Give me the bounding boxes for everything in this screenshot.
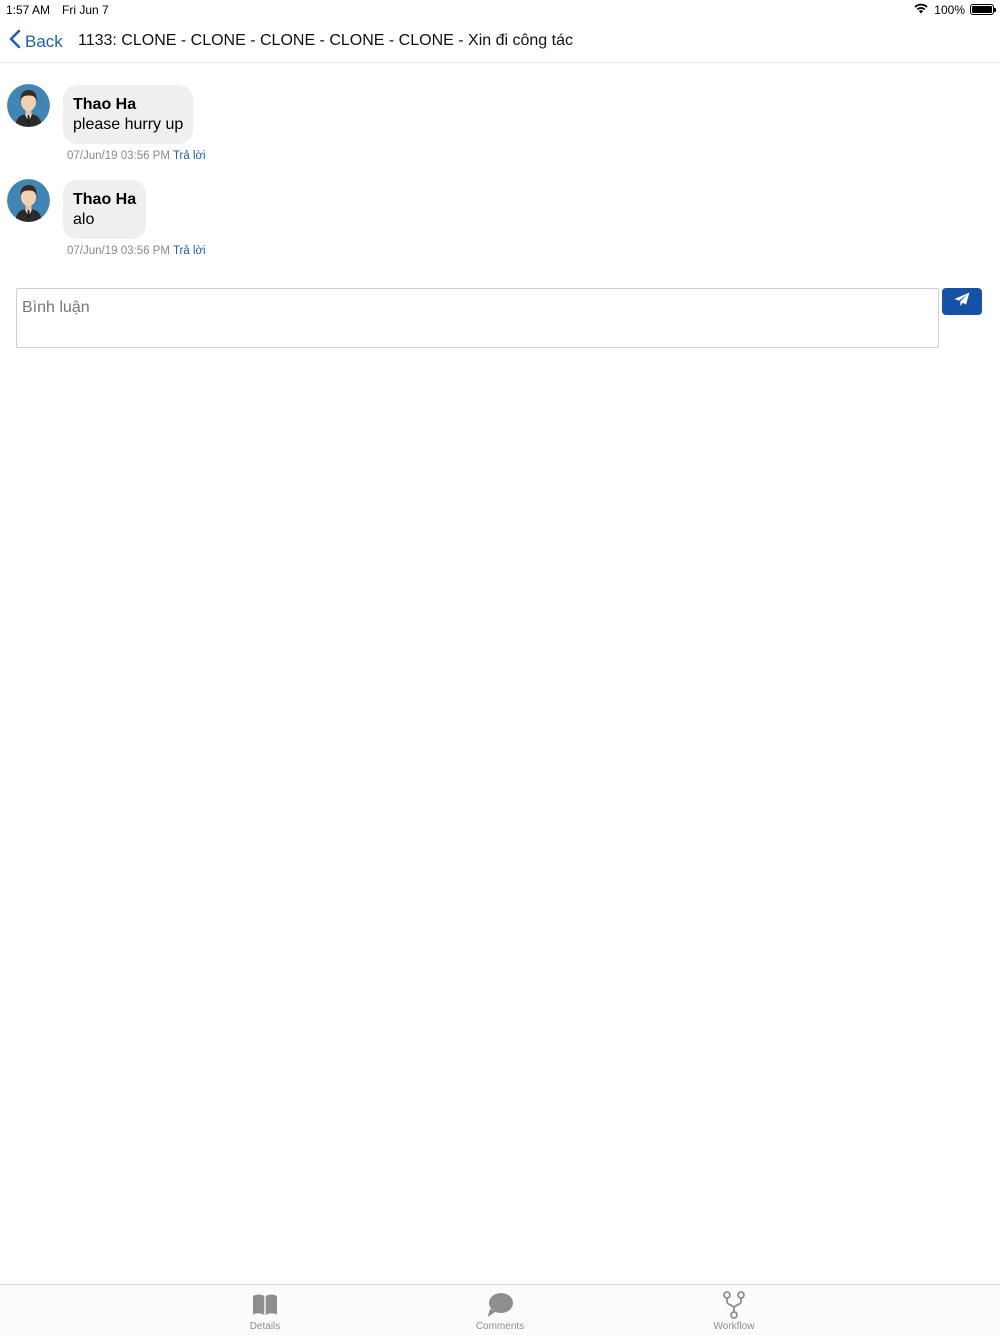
comment-item: Thao Ha please hurry up 07/Jun/19 03:56 … bbox=[0, 84, 1000, 179]
comment-author: Thao Ha bbox=[73, 96, 137, 113]
comment-bubble: Thao Ha please hurry up bbox=[63, 85, 194, 144]
battery-icon bbox=[970, 4, 996, 15]
back-button[interactable]: Back bbox=[8, 29, 63, 54]
comment-meta: 07/Jun/19 03:56 PM Trả lời bbox=[67, 150, 206, 162]
reply-link[interactable]: Trả lời bbox=[173, 245, 206, 257]
back-label: Back bbox=[25, 31, 63, 51]
wifi-icon bbox=[913, 2, 929, 17]
comment-timestamp: 07/Jun/19 03:56 PM bbox=[67, 245, 170, 257]
book-icon bbox=[252, 1291, 278, 1319]
comment-list: Thao Ha please hurry up 07/Jun/19 03:56 … bbox=[0, 84, 1000, 274]
tab-label: Details bbox=[249, 1321, 281, 1332]
send-button[interactable] bbox=[942, 288, 982, 315]
nav-bar: Back 1133: CLONE - CLONE - CLONE - CLONE… bbox=[0, 20, 1000, 63]
status-time: 1:57 AM bbox=[6, 3, 51, 17]
comment-bubble: Thao Ha alo bbox=[63, 180, 147, 239]
chevron-left-icon bbox=[8, 29, 25, 54]
battery-percent: 100% bbox=[934, 2, 965, 17]
tab-details[interactable]: Details bbox=[205, 1285, 325, 1335]
workflow-icon bbox=[723, 1291, 745, 1319]
avatar bbox=[7, 179, 50, 222]
tab-label: Comments bbox=[475, 1321, 525, 1332]
comment-text: please hurry up bbox=[73, 116, 184, 133]
comment-input[interactable] bbox=[16, 288, 939, 348]
tab-label: Workflow bbox=[713, 1321, 755, 1332]
status-date: Fri Jun 7 bbox=[62, 3, 109, 17]
avatar bbox=[7, 84, 50, 127]
comment-meta: 07/Jun/19 03:56 PM Trả lời bbox=[67, 245, 206, 257]
reply-link[interactable]: Trả lời bbox=[173, 150, 206, 162]
page-title: 1133: CLONE - CLONE - CLONE - CLONE - CL… bbox=[78, 32, 573, 49]
comment-icon bbox=[486, 1291, 514, 1319]
comment-author: Thao Ha bbox=[73, 191, 137, 208]
comment-item: Thao Ha alo 07/Jun/19 03:56 PM Trả lời bbox=[0, 179, 1000, 274]
paper-plane-icon bbox=[954, 292, 970, 312]
tab-bar: Details Comments Workflow bbox=[0, 1284, 1000, 1335]
status-right: 100% bbox=[913, 2, 996, 17]
comment-text: alo bbox=[73, 211, 95, 228]
status-bar: 1:57 AM Fri Jun 7 100% bbox=[0, 0, 1000, 20]
tab-comments[interactable]: Comments bbox=[440, 1285, 560, 1335]
tab-workflow[interactable]: Workflow bbox=[674, 1285, 794, 1335]
comment-timestamp: 07/Jun/19 03:56 PM bbox=[67, 150, 170, 162]
